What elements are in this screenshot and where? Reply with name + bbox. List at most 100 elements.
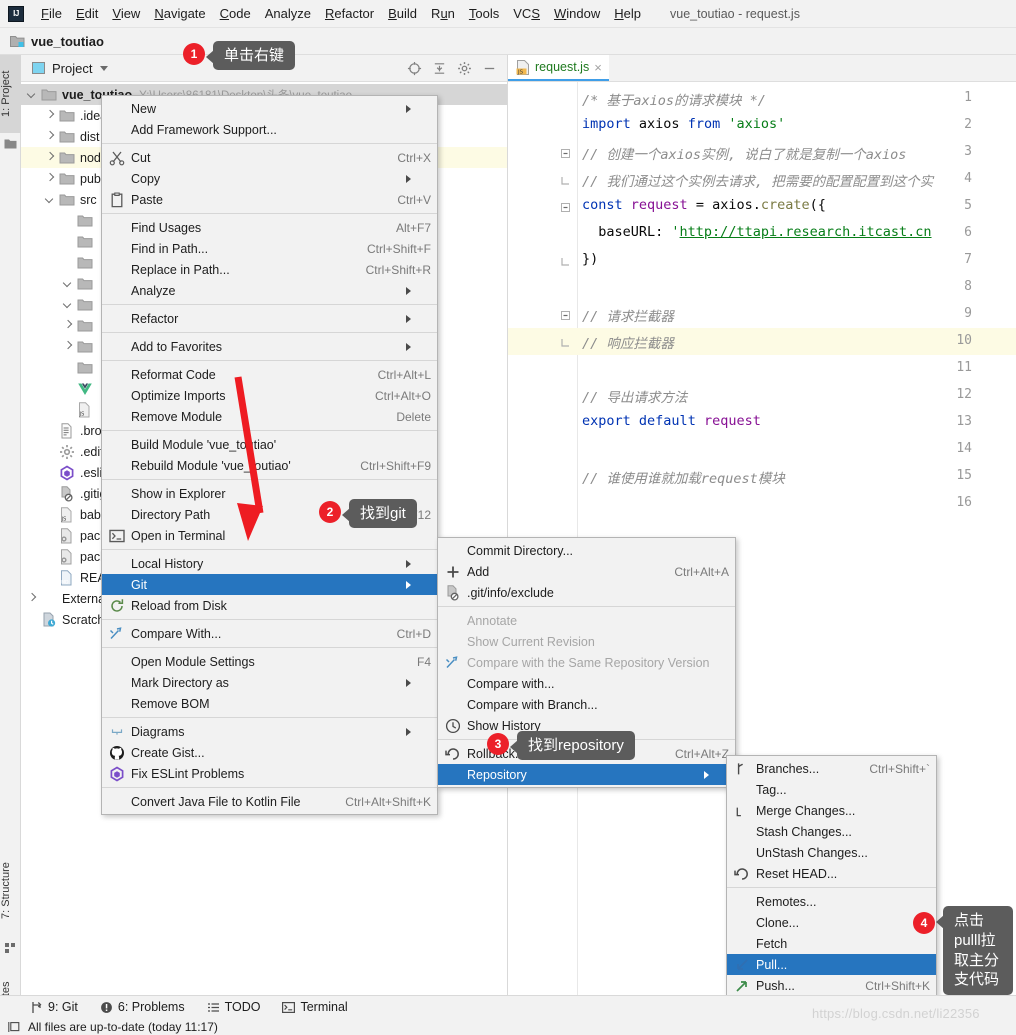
menu-item-tag[interactable]: Tag... [727,779,936,800]
chevron-down-icon[interactable] [45,194,56,205]
menu-icon-placeholder [734,915,750,931]
bottom-tab-terminal[interactable]: Terminal [282,1000,348,1014]
menu-item-git-info-exclude[interactable]: .git/info/exclude [438,582,735,603]
chevron-right-icon[interactable] [45,173,56,184]
menu-item-reset-head[interactable]: Reset HEAD... [727,863,936,884]
gear-icon[interactable] [457,61,472,76]
chevron-right-icon[interactable] [63,320,74,331]
fold-start-icon[interactable] [560,309,571,320]
chevron-right-icon[interactable] [63,341,74,352]
menu-item-find-usages[interactable]: Find Usages Alt+F7 [102,217,437,238]
menu-view[interactable]: View [105,3,147,24]
bottom-tab-git[interactable]: 9: Git [30,1000,78,1014]
svg-text:MD: MD [61,579,69,585]
menu-item-analyze[interactable]: Analyze [102,280,437,301]
sidebar-tab-project[interactable]: 1: Project [0,55,21,133]
menu-code[interactable]: Code [213,3,258,24]
menu-item-replace-in-path[interactable]: Replace in Path... Ctrl+Shift+R [102,259,437,280]
menu-item-remove-bom[interactable]: Remove BOM [102,693,437,714]
menu-item-label: Add [467,564,490,579]
gitignore-icon [447,584,459,601]
event-log-icon[interactable] [8,1021,21,1033]
menu-item-create-gist[interactable]: Create Gist... [102,742,437,763]
menu-item-remotes[interactable]: Remotes... [727,891,936,912]
menu-item-rebuild-module-vue-toutiao[interactable]: Rebuild Module 'vue_toutiao' Ctrl+Shift+F… [102,455,437,476]
bottom-tab-todo[interactable]: TODO [207,1000,260,1014]
menu-item-mark-directory-as[interactable]: Mark Directory as [102,672,437,693]
menu-item-reformat-code[interactable]: Reformat Code Ctrl+Alt+L [102,364,437,385]
menu-item-stash-changes[interactable]: Stash Changes... [727,821,936,842]
bottom-tab-problems[interactable]: 6: Problems [100,1000,185,1014]
code-token: = axios. [687,197,761,213]
close-icon[interactable]: × [594,60,602,75]
collapse-all-icon[interactable] [432,61,447,76]
chevron-right-icon[interactable] [45,110,56,121]
menu-item-compare-with[interactable]: Compare with... [438,673,735,694]
chevron-down-icon[interactable] [27,89,38,100]
menu-item-new[interactable]: New [102,98,437,119]
editor-tab-request-js[interactable]: JS request.js × [508,55,609,81]
menu-vcs[interactable]: VCS [506,3,547,24]
fold-end-icon[interactable] [560,336,571,347]
chevron-right-icon[interactable] [45,131,56,142]
menu-item-diagrams[interactable]: Diagrams [102,721,437,742]
menu-item-fetch[interactable]: Fetch [727,933,936,954]
menu-navigate[interactable]: Navigate [147,3,212,24]
menu-help[interactable]: Help [607,3,648,24]
chevron-down-icon[interactable] [100,65,109,71]
menu-build[interactable]: Build [381,3,424,24]
fold-end-icon[interactable] [560,255,571,266]
menu-separator [102,430,437,431]
menu-window[interactable]: Window [547,3,607,24]
menu-item-branches[interactable]: Branches... Ctrl+Shift+` [727,758,936,779]
menu-item-unstash-changes[interactable]: UnStash Changes... [727,842,936,863]
chevron-right-icon[interactable] [27,593,38,604]
menu-file[interactable]: File [34,3,69,24]
menu-item-clone[interactable]: Clone... [727,912,936,933]
menu-item-copy[interactable]: Copy [102,168,437,189]
menu-item-label: Local History [131,556,204,571]
context-menu[interactable]: New Add Framework Support... Cut Ctrl+X Copy… [101,95,438,815]
libraries-icon [41,591,57,607]
menu-item-fix-eslint-problems[interactable]: Fix ESLint Problems [102,763,437,784]
menu-refactor[interactable]: Refactor [318,3,381,24]
menu-item-refactor[interactable]: Refactor [102,308,437,329]
menu-item-pull[interactable]: Pull... [727,954,936,975]
sidebar-tab-structure[interactable]: 7: Structure [0,845,21,937]
repository-submenu[interactable]: Branches... Ctrl+Shift+` Tag... Merge Chang… [726,755,937,1027]
menu-item-commit-directory[interactable]: Commit Directory... [438,540,735,561]
menu-item-remove-module[interactable]: Remove Module Delete [102,406,437,427]
fold-start-icon[interactable] [560,201,571,212]
line-number: 6 [964,225,972,240]
menu-item-convert-java-file-to-kotlin-file[interactable]: Convert Java File to Kotlin File Ctrl+Alt… [102,791,437,812]
hide-window-icon[interactable] [482,61,497,76]
chevron-right-icon[interactable] [45,152,56,163]
menu-item-add[interactable]: Add Ctrl+Alt+A [438,561,735,582]
chevron-down-icon[interactable] [63,278,74,289]
menu-item-compare-with[interactable]: Compare With... Ctrl+D [102,623,437,644]
menu-item-open-in-terminal[interactable]: Open in Terminal [102,525,437,546]
menu-item-add-framework-support[interactable]: Add Framework Support... [102,119,437,140]
menu-item-merge-changes[interactable]: Merge Changes... [727,800,936,821]
menu-item-add-to-favorites[interactable]: Add to Favorites [102,336,437,357]
fold-end-icon[interactable] [560,174,571,185]
menu-item-optimize-imports[interactable]: Optimize Imports Ctrl+Alt+O [102,385,437,406]
menu-item-repository[interactable]: Repository [438,764,735,785]
menu-item-open-module-settings[interactable]: Open Module Settings F4 [102,651,437,672]
menu-run[interactable]: Run [424,3,462,24]
menu-item-reload-from-disk[interactable]: Reload from Disk [102,595,437,616]
menu-edit[interactable]: Edit [69,3,105,24]
menu-tools[interactable]: Tools [462,3,506,24]
menu-analyze[interactable]: Analyze [258,3,318,24]
fold-start-icon[interactable] [560,147,571,158]
menu-item-local-history[interactable]: Local History [102,553,437,574]
menu-item-push[interactable]: Push... Ctrl+Shift+K [727,975,936,996]
chevron-down-icon[interactable] [63,299,74,310]
menu-item-find-in-path[interactable]: Find in Path... Ctrl+Shift+F [102,238,437,259]
menu-item-paste[interactable]: Paste Ctrl+V [102,189,437,210]
menu-item-git[interactable]: Git [102,574,437,595]
menu-item-build-module-vue-toutiao[interactable]: Build Module 'vue_toutiao' [102,434,437,455]
locate-icon[interactable] [407,61,422,76]
menu-item-cut[interactable]: Cut Ctrl+X [102,147,437,168]
menu-item-compare-with-branch[interactable]: Compare with Branch... [438,694,735,715]
